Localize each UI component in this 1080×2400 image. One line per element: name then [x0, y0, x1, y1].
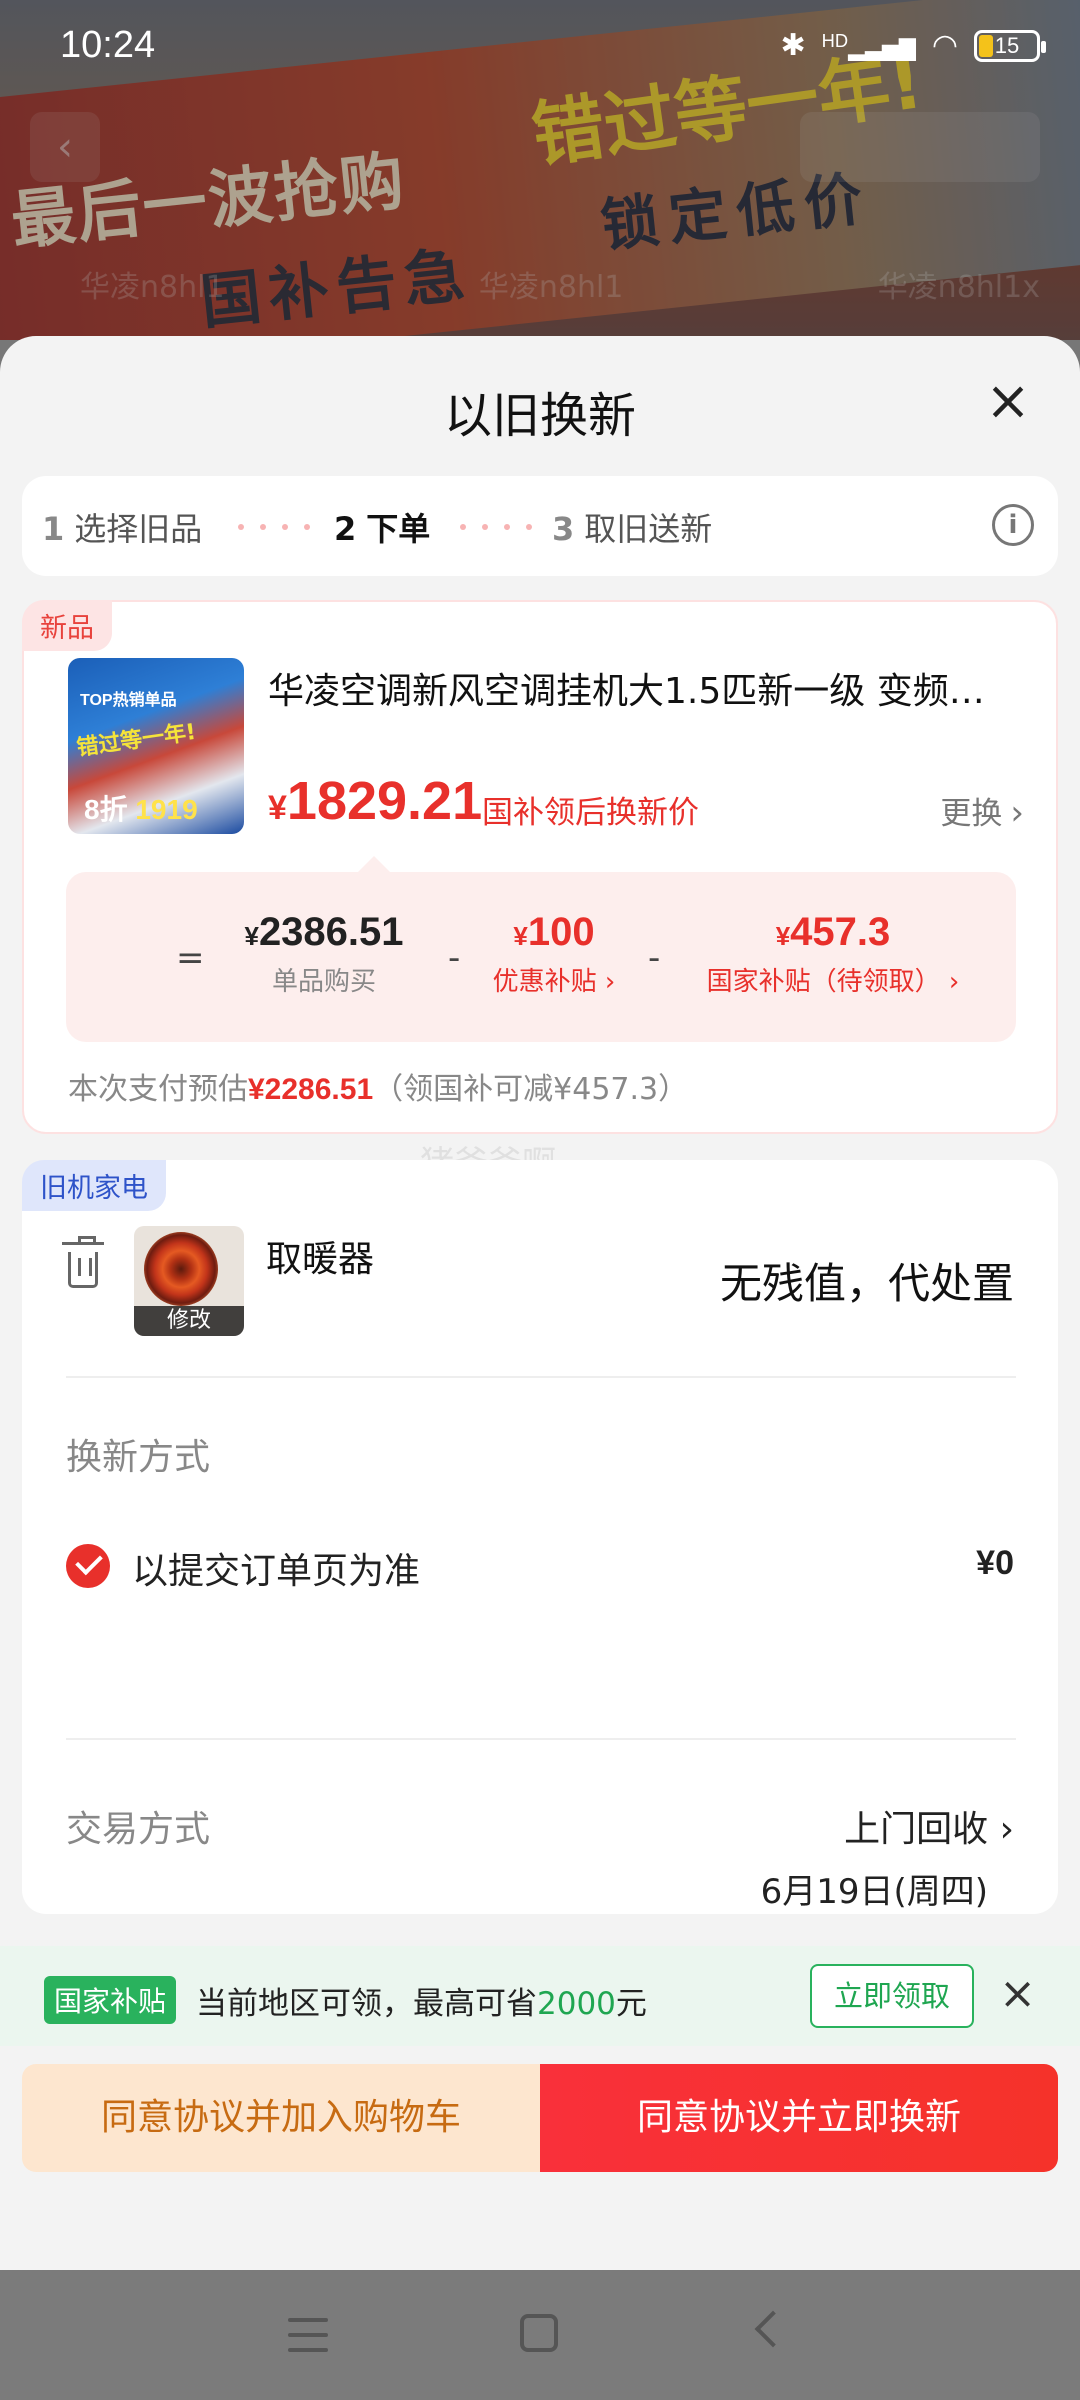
- subsidy-tag: 国家补贴: [44, 1976, 177, 2024]
- trade-date: 6月19日(周四): [760, 1872, 988, 1912]
- home-icon[interactable]: [520, 2314, 558, 2352]
- trade-method-label: 交易方式: [66, 1809, 211, 1850]
- close-icon[interactable]: ×: [999, 1972, 1036, 2016]
- price-breakdown: = ¥2386.51 单品购买 - ¥100 优惠补贴 › - ¥457.3 国…: [66, 856, 1016, 1042]
- step-3: 3 取旧送新: [552, 510, 713, 548]
- info-icon[interactable]: i: [992, 504, 1034, 546]
- claim-subsidy-button[interactable]: 立即领取: [810, 1964, 974, 2028]
- payment-estimate: 本次支付预估¥2286.51（领国补可减¥457.3）: [68, 1072, 689, 1107]
- step-2: 2 下单: [334, 510, 431, 548]
- trash-icon[interactable]: [62, 1236, 104, 1288]
- trade-in-now-button[interactable]: 同意协议并立即换新: [540, 2064, 1058, 2172]
- signal-icon: HD▂▃▅▇: [821, 29, 916, 61]
- sheet-title: 以旧换新: [443, 388, 636, 444]
- minus-sign: -: [648, 938, 661, 978]
- step-1: 1 选择旧品: [42, 510, 203, 548]
- new-product-card: 新品 TOP热销单品 错过等一年! 8折 1919 华凌空调新风空调挂机大1.5…: [22, 600, 1058, 1134]
- old-appliance-card: 旧机家电 修改 取暖器 无残值，代处置 换新方式 以提交订单页为准 ¥0 交易方…: [22, 1160, 1058, 1914]
- chevron-right-icon: ›: [1010, 793, 1024, 833]
- equals-sign: =: [176, 938, 205, 978]
- heater-image[interactable]: 修改: [134, 1226, 244, 1336]
- price-label: 国补领后换新价: [482, 795, 699, 831]
- old-appliance-name: 取暖器: [266, 1239, 375, 1280]
- bluetooth-icon: ✱: [780, 28, 806, 63]
- step-connector: [460, 524, 532, 530]
- status-icons: ✱ HD▂▃▅▇ ◠ 15: [780, 28, 1046, 63]
- close-icon[interactable]: ×: [984, 374, 1032, 428]
- product-image[interactable]: TOP热销单品 错过等一年! 8折 1919: [68, 658, 244, 834]
- national-subsidy[interactable]: ¥457.3 国家补贴（待领取） ›: [678, 910, 988, 998]
- clock: 10:24: [60, 24, 156, 66]
- old-appliance-value: 无残值，代处置: [719, 1259, 1014, 1308]
- divider: [66, 1738, 1016, 1740]
- product-price: ¥1829.21: [268, 771, 483, 831]
- product-title[interactable]: 华凌空调新风空调挂机大1.5匹新一级 变频冷暖: [268, 662, 1008, 714]
- subsidy-bar: 国家补贴 当前地区可领，最高可省2000元 立即领取 ×: [0, 1946, 1080, 2046]
- edit-appliance-button[interactable]: 修改: [134, 1306, 244, 1336]
- heater-icon: [144, 1232, 218, 1306]
- trade-in-sheet: 以旧换新 × 1 选择旧品 2 下单 3 取旧送新 i 新品 TOP热销单品 错过等一…: [0, 336, 1080, 2270]
- divider: [66, 1376, 1016, 1378]
- status-bar: 10:24 ✱ HD▂▃▅▇ ◠ 15: [0, 0, 1080, 100]
- change-product-button[interactable]: 更换 ›: [940, 788, 1024, 833]
- add-to-cart-button[interactable]: 同意协议并加入购物车: [22, 2064, 540, 2172]
- wifi-icon: ◠: [931, 28, 958, 63]
- exchange-method-price: ¥0: [976, 1544, 1014, 1582]
- subsidy-text: 当前地区可领，最高可省2000元: [196, 1986, 647, 2022]
- checkbox-checked-icon[interactable]: [66, 1544, 110, 1588]
- new-product-tag: 新品: [22, 600, 112, 651]
- menu-icon[interactable]: [288, 2318, 328, 2352]
- discount-subsidy[interactable]: ¥100 优惠补贴 ›: [474, 910, 634, 998]
- trade-method-selector[interactable]: 上门回收 ›: [844, 1800, 1014, 1852]
- back-icon[interactable]: [754, 2310, 792, 2348]
- battery-icon: 15: [974, 29, 1046, 62]
- base-price: ¥2386.51 单品购买: [244, 910, 404, 997]
- minus-sign: -: [448, 938, 461, 978]
- step-connector: [238, 524, 310, 530]
- navigation-bar: [0, 2270, 1080, 2400]
- old-appliance-tag: 旧机家电: [22, 1160, 166, 1211]
- step-indicator: 1 选择旧品 2 下单 3 取旧送新 i: [22, 476, 1058, 576]
- exchange-method-option[interactable]: 以提交订单页为准: [132, 1542, 420, 1594]
- exchange-method-label: 换新方式: [66, 1437, 211, 1478]
